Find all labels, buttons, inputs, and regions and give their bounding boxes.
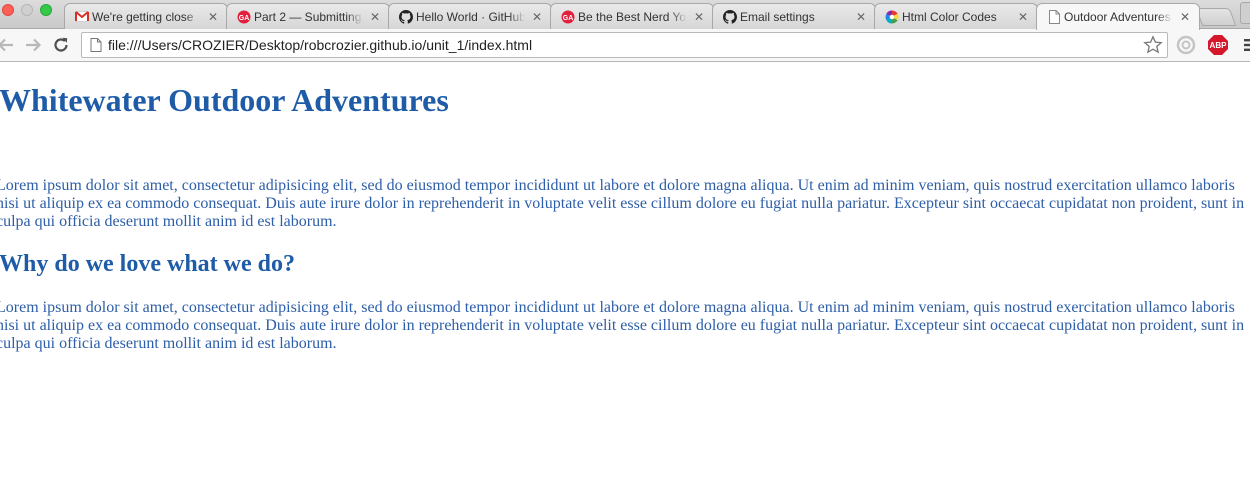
extension-circle-icon[interactable] [1175, 34, 1197, 56]
tab-hello-world[interactable]: Hello World · GitHub ✕ [388, 3, 552, 29]
gmail-icon [75, 10, 89, 24]
arrow-right-icon [26, 38, 42, 52]
browser-toolbar: file:///Users/CROZIER/Desktop/robcrozier… [0, 29, 1250, 62]
tab-title: Email settings [740, 9, 815, 24]
intro-paragraph: Lorem ipsum dolor sit amet, consectetur … [0, 177, 1245, 230]
profile-button[interactable] [1240, 2, 1250, 24]
close-icon[interactable]: ✕ [1179, 10, 1191, 24]
close-icon[interactable]: ✕ [207, 10, 219, 24]
tab-html-color-codes[interactable]: Html Color Codes ✕ [874, 3, 1038, 29]
github-icon [723, 9, 737, 24]
close-icon[interactable]: ✕ [855, 10, 867, 24]
tab-outdoor-adventures[interactable]: Outdoor Adventures ✕ [1036, 3, 1200, 30]
window-zoom-button[interactable] [40, 4, 52, 16]
tab-strip: We're getting close ✕ GA Part 2 — Submit… [0, 0, 1250, 30]
close-icon[interactable]: ✕ [693, 10, 705, 24]
tab-title: Outdoor Adventures [1064, 10, 1171, 24]
reload-icon [54, 37, 68, 52]
tab-title: We're getting close [92, 9, 194, 24]
close-icon[interactable]: ✕ [369, 10, 381, 24]
close-icon[interactable]: ✕ [531, 10, 543, 24]
page-icon [90, 38, 102, 52]
tab-title: Part 2 — Submitting [254, 9, 362, 24]
adblock-plus-button[interactable]: ABP [1207, 34, 1229, 56]
svg-text:GA: GA [239, 15, 250, 22]
page-icon [1047, 10, 1061, 24]
color-wheel-icon [885, 10, 899, 24]
tab-part-2[interactable]: GA Part 2 — Submitting ✕ [226, 3, 390, 29]
bookmark-star-icon[interactable] [1142, 34, 1164, 56]
tab-email-settings[interactable]: Email settings ✕ [712, 3, 876, 29]
close-icon[interactable]: ✕ [1017, 10, 1029, 24]
window-close-button[interactable] [2, 4, 14, 16]
window-minimize-button[interactable] [21, 4, 33, 16]
tab-title: Hello World · GitHub [416, 9, 525, 24]
new-tab-button[interactable] [1195, 8, 1237, 26]
section-heading: Why do we love what we do? [0, 251, 296, 277]
github-icon [399, 9, 413, 24]
tab-title: Be the Best Nerd Yo [578, 9, 687, 24]
svg-text:GA: GA [563, 15, 574, 22]
page-title: Whitewater Outdoor Adventures [0, 82, 449, 118]
tab-best-nerd[interactable]: GA Be the Best Nerd Yo ✕ [550, 3, 714, 29]
url-text[interactable]: file:///Users/CROZIER/Desktop/robcrozier… [108, 37, 1142, 53]
forward-button[interactable] [23, 35, 43, 55]
address-bar[interactable]: file:///Users/CROZIER/Desktop/robcrozier… [81, 32, 1168, 58]
reload-button[interactable] [51, 35, 71, 55]
section-paragraph: Lorem ipsum dolor sit amet, consectetur … [0, 299, 1245, 352]
ga-icon: GA [561, 10, 575, 24]
tab-title: Html Color Codes [902, 9, 997, 24]
tab-gmail[interactable]: We're getting close ✕ [64, 3, 228, 29]
ga-icon: GA [237, 10, 251, 24]
back-button[interactable] [0, 35, 16, 55]
arrow-left-icon [0, 38, 13, 52]
adblock-plus-icon: ABP [1208, 35, 1228, 55]
page-content: Whitewater Outdoor Adventures Lorem ipsu… [0, 63, 1250, 479]
menu-icon[interactable] [1238, 34, 1250, 56]
